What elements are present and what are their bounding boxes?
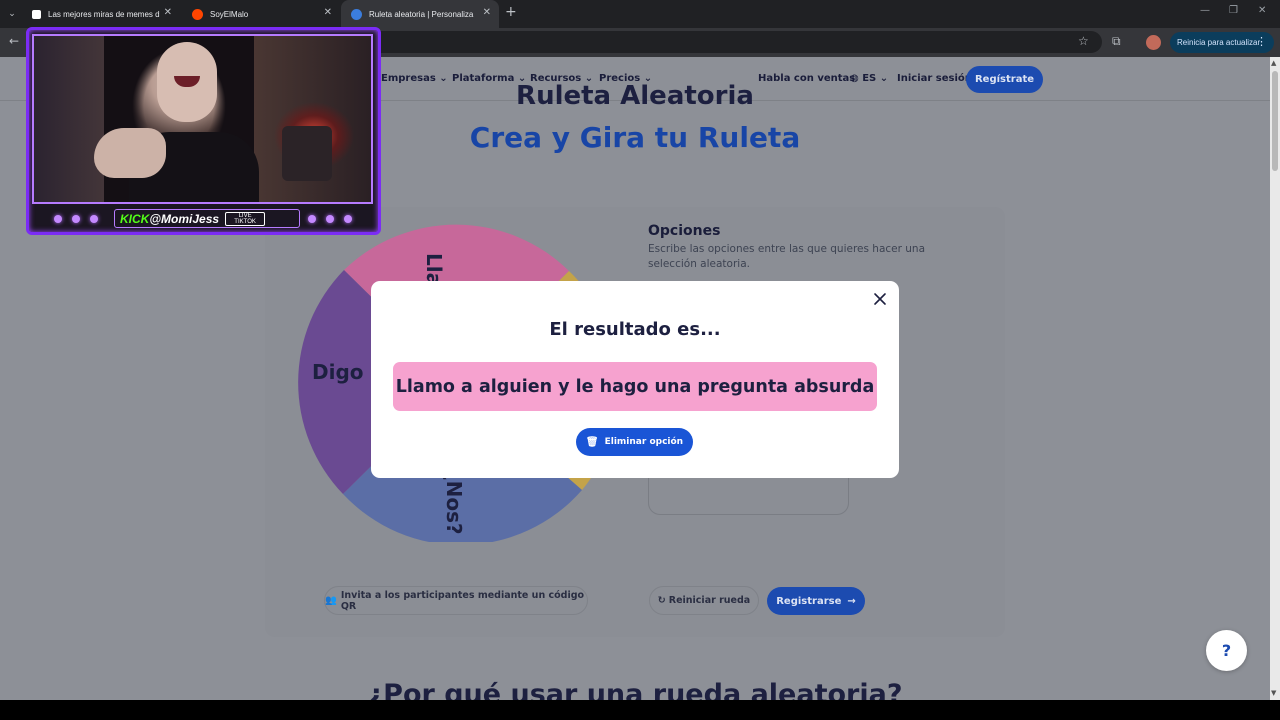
decor-dot xyxy=(326,215,334,223)
scroll-up-icon[interactable]: ▲ xyxy=(1271,59,1276,67)
reddit-favicon-icon xyxy=(192,8,203,20)
result-box: Llamo a alguien y le hago una pregunta a… xyxy=(393,362,877,411)
streamer-handle: @MomiJess xyxy=(149,211,220,226)
restore-icon[interactable]: ❐ xyxy=(1229,5,1238,16)
tab-search-icon[interactable]: ⌄ xyxy=(4,6,20,22)
decor-dot xyxy=(308,215,316,223)
arrow-right-icon: → xyxy=(847,595,856,607)
page-scrollbar[interactable]: ▲ ▼ xyxy=(1270,57,1280,700)
modal-title: El resultado es... xyxy=(549,319,721,340)
result-text: Llamo a alguien y le hago una pregunta a… xyxy=(395,376,875,397)
decor-dot xyxy=(54,215,62,223)
section-heading: ¿Por qué usar una rueda aleatoria? xyxy=(367,679,903,700)
result-modal: El resultado es... Llamo a alguien y le … xyxy=(371,281,899,478)
close-window-icon[interactable]: ✕ xyxy=(1258,5,1266,16)
tab-title: Las mejores miras de memes d xyxy=(48,9,160,19)
invite-qr-button[interactable]: 👥 Invita a los participantes mediante un… xyxy=(324,586,588,615)
close-tab-icon[interactable]: ✕ xyxy=(483,7,491,18)
remove-option-button[interactable]: 🗑 Eliminar opción xyxy=(576,428,693,456)
kick-logo-text: KICK xyxy=(120,211,150,226)
tab-title: SoyElMalo xyxy=(210,9,249,19)
close-tab-icon[interactable]: ✕ xyxy=(324,7,332,18)
browser-tab-2[interactable]: SoyElMalo ✕ xyxy=(182,0,340,28)
wheel-label-bottom: ¿Nos? xyxy=(442,469,466,535)
minimize-icon[interactable]: — xyxy=(1200,5,1210,16)
menu-kebab-icon: ⋮ xyxy=(1256,36,1267,48)
register-button[interactable]: Registrarse → xyxy=(767,587,865,615)
wheel-site-favicon-icon xyxy=(351,8,362,20)
extensions-icon[interactable]: ⧉ xyxy=(1112,34,1121,49)
webcam-hand xyxy=(94,128,166,178)
bookmark-star-icon[interactable]: ☆ xyxy=(1078,34,1089,48)
browser-tab-bar: ⌄ Las mejores miras de memes d ✕ SoyElMa… xyxy=(0,0,1280,28)
streamer-webcam-overlay: KICK @MomiJess LIVE TIKTOK xyxy=(26,27,381,235)
scroll-down-icon[interactable]: ▼ xyxy=(1271,689,1276,697)
browser-tab-3[interactable]: Ruleta aleatoria | Personaliza y ✕ xyxy=(341,0,499,28)
back-icon[interactable]: ← xyxy=(9,34,19,48)
close-icon[interactable] xyxy=(872,291,888,307)
streamer-handle-tag: KICK @MomiJess LIVE TIKTOK xyxy=(114,209,300,228)
plus-favicon-icon xyxy=(32,9,41,19)
users-icon: 👥 xyxy=(325,595,337,606)
tiktok-live-badge: LIVE TIKTOK xyxy=(225,211,266,226)
refresh-icon: ↻ xyxy=(657,595,666,606)
webcam-video xyxy=(32,34,373,204)
close-tab-icon[interactable]: ✕ xyxy=(164,7,172,18)
decor-dot xyxy=(72,215,80,223)
update-button[interactable]: Reinicia para actualizar ⋮ xyxy=(1170,32,1274,53)
reset-wheel-button[interactable]: ↻ Reiniciar rueda xyxy=(649,586,759,615)
taskbar-strip xyxy=(0,700,1280,720)
update-label: Reinicia para actualizar xyxy=(1177,38,1261,47)
new-tab-icon[interactable]: + xyxy=(505,4,517,20)
options-description: Escribe las opciones entre las que quier… xyxy=(648,243,926,270)
webcam-lamp xyxy=(282,126,332,181)
options-title: Opciones xyxy=(648,223,721,239)
decor-dot xyxy=(344,215,352,223)
scrollbar-thumb[interactable] xyxy=(1272,71,1278,171)
trash-icon: 🗑 xyxy=(585,436,599,448)
browser-tab-1[interactable]: Las mejores miras de memes d ✕ xyxy=(22,0,180,28)
webcam-name-bar: KICK @MomiJess LIVE TIKTOK xyxy=(32,205,373,233)
help-button[interactable]: ? xyxy=(1206,630,1247,671)
wheel-label-left: Digo xyxy=(312,360,364,384)
profile-avatar[interactable] xyxy=(1146,35,1161,50)
tab-title: Ruleta aleatoria | Personaliza y xyxy=(369,9,475,19)
decor-dot xyxy=(90,215,98,223)
